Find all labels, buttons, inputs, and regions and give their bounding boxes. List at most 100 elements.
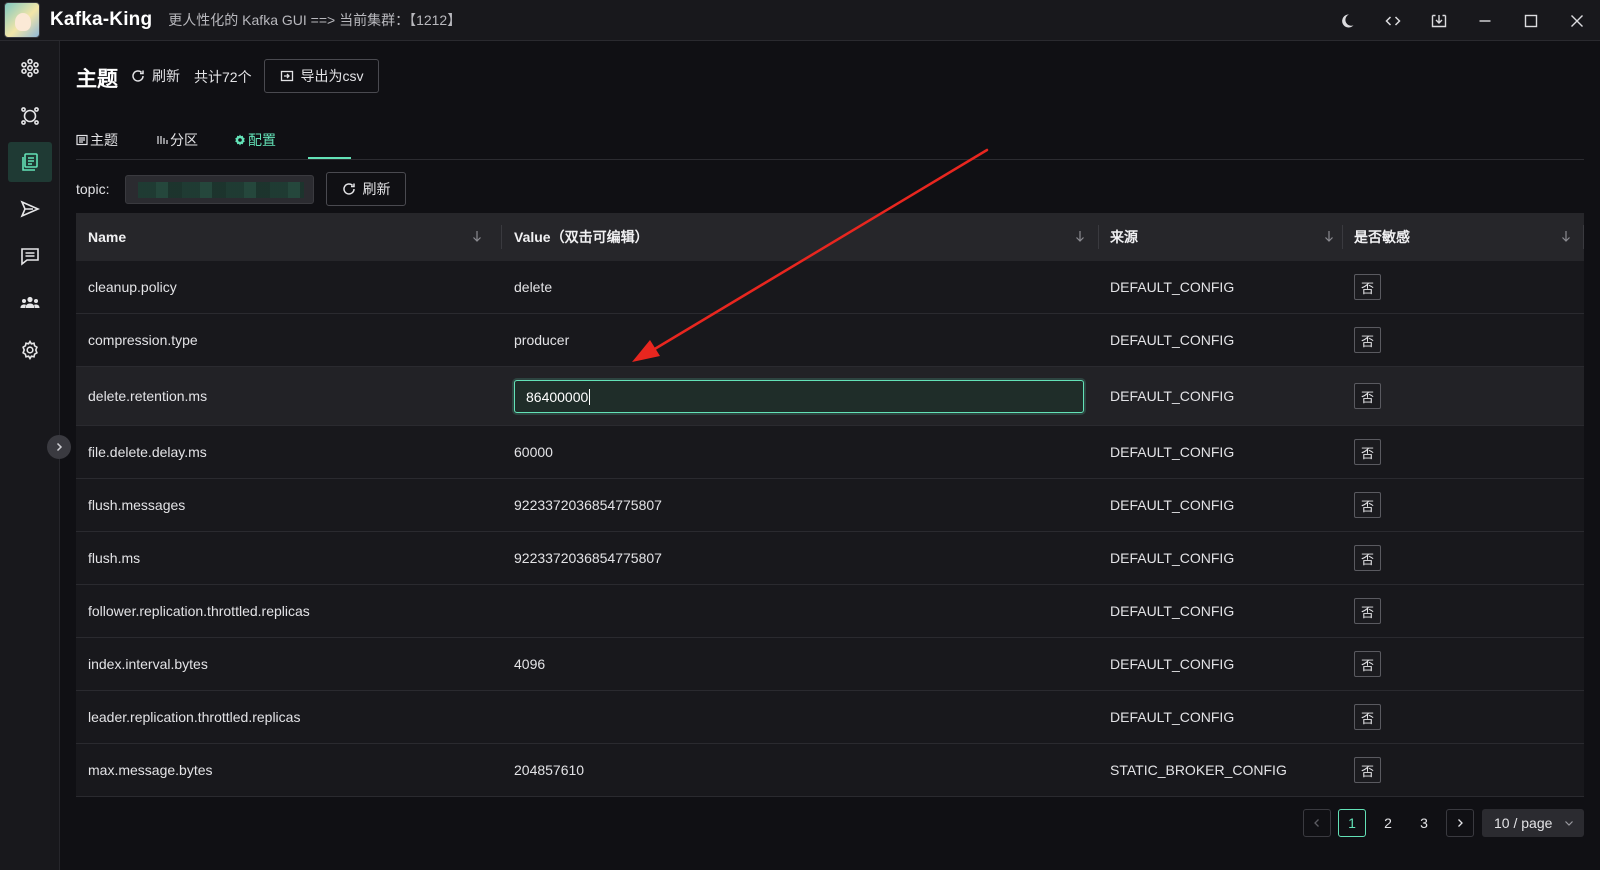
sort-arrow-icon[interactable] (470, 229, 484, 243)
sensitive-tag: 否 (1354, 651, 1381, 677)
column-header-sensitive-label: 是否敏感 (1354, 229, 1410, 245)
devtools-button[interactable] (1370, 0, 1416, 41)
export-csv-label: 导出为csv (300, 68, 364, 84)
sidebar-item-nodes[interactable] (8, 96, 52, 136)
config-value-edit-input[interactable]: 86400000 (514, 380, 1084, 413)
sidebar-item-topics[interactable] (8, 142, 52, 182)
maximize-button[interactable] (1508, 0, 1554, 41)
table-row[interactable]: compression.type producer DEFAULT_CONFIG… (76, 314, 1584, 367)
config-source-cell: DEFAULT_CONFIG (1110, 388, 1235, 404)
app-title: Kafka-King (50, 9, 153, 30)
pagination-prev-button[interactable] (1303, 809, 1331, 837)
close-button[interactable] (1554, 0, 1600, 41)
config-value-cell[interactable]: 9223372036854775807 (514, 532, 662, 584)
column-header-sensitive[interactable]: 是否敏感 (1354, 213, 1583, 261)
topic-select[interactable] (125, 175, 314, 204)
page-size-select[interactable]: 10 / page (1482, 809, 1584, 837)
table-header: Name Value（双击可编辑） 来源 是否敏感 (76, 213, 1584, 261)
config-source-cell: DEFAULT_CONFIG (1110, 656, 1235, 672)
tab-partitions-label: 分区 (170, 132, 198, 148)
sensitive-tag: 否 (1354, 327, 1381, 353)
config-source-cell: DEFAULT_CONFIG (1110, 550, 1235, 566)
column-header-value-label: Value（双击可编辑） (514, 229, 649, 245)
sort-arrow-icon[interactable] (1073, 229, 1087, 243)
config-source-cell: DEFAULT_CONFIG (1110, 332, 1235, 348)
table-row[interactable]: flush.ms 9223372036854775807 DEFAULT_CON… (76, 532, 1584, 585)
column-divider (1583, 225, 1584, 249)
header-refresh-button[interactable]: 刷新 (131, 66, 180, 86)
close-icon (1571, 14, 1583, 27)
redacted-topic-value (138, 182, 304, 198)
config-source-cell: DEFAULT_CONFIG (1110, 709, 1235, 725)
config-source-cell: DEFAULT_CONFIG (1110, 497, 1235, 513)
sensitive-tag: 否 (1354, 274, 1381, 300)
config-name-cell: max.message.bytes (88, 762, 213, 778)
table-row[interactable]: flush.messages 9223372036854775807 DEFAU… (76, 479, 1584, 532)
minimize-button[interactable] (1462, 0, 1508, 41)
sort-arrow-icon[interactable] (1322, 229, 1336, 243)
table-row[interactable]: cleanup.policy delete DEFAULT_CONFIG 否 (76, 261, 1584, 314)
topic-refresh-button[interactable]: 刷新 (326, 172, 406, 206)
table-row[interactable]: max.message.bytes 204857610 STATIC_BROKE… (76, 744, 1584, 797)
sensitive-tag: 否 (1354, 492, 1381, 518)
table-row[interactable]: delete.retention.ms 86400000 DEFAULT_CON… (76, 367, 1584, 426)
column-header-source[interactable]: 来源 (1110, 213, 1346, 261)
config-value-cell[interactable]: 9223372036854775807 (514, 479, 662, 531)
sidebar-item-groups[interactable] (8, 283, 52, 323)
tab-config[interactable]: 配置 (234, 130, 276, 150)
cluster-icon (21, 58, 39, 78)
send-icon (20, 200, 40, 218)
table-row[interactable]: index.interval.bytes 4096 DEFAULT_CONFIG… (76, 638, 1584, 691)
config-value-cell[interactable]: delete (514, 261, 552, 313)
refresh-icon (342, 183, 355, 195)
code-icon (1385, 15, 1401, 26)
config-name-cell: leader.replication.throttled.replicas (88, 709, 301, 725)
tab-topics-label: 主题 (90, 132, 118, 148)
pagination-page-3[interactable]: 3 (1410, 809, 1438, 837)
topic-list-icon (22, 153, 38, 171)
sidebar-item-settings[interactable] (8, 330, 52, 370)
export-icon (280, 70, 293, 82)
config-gear-icon (235, 134, 245, 146)
pagination-page-1[interactable]: 1 (1338, 809, 1366, 837)
sensitive-tag: 否 (1354, 383, 1381, 409)
column-header-value[interactable]: Value（双击可编辑） (514, 213, 1097, 261)
table-row[interactable]: leader.replication.throttled.replicas DE… (76, 691, 1584, 744)
config-value-cell[interactable]: producer (514, 314, 569, 366)
column-divider (1342, 225, 1343, 249)
table-row[interactable]: file.delete.delay.ms 60000 DEFAULT_CONFI… (76, 426, 1584, 479)
tab-topics[interactable]: 主题 (76, 130, 118, 150)
header-refresh-label: 刷新 (152, 68, 180, 84)
sidebar-collapse-button[interactable] (47, 435, 71, 459)
total-count: 共计72个 (194, 69, 252, 85)
config-name-cell: flush.messages (88, 497, 186, 513)
sensitive-tag: 否 (1354, 704, 1381, 730)
config-value-cell[interactable]: 60000 (514, 426, 553, 478)
topic-label: topic: (76, 181, 110, 197)
config-value-cell[interactable]: 4096 (514, 638, 545, 690)
sidebar-item-cluster[interactable] (8, 48, 52, 88)
message-icon (21, 248, 39, 266)
export-csv-button[interactable]: 导出为csv (264, 59, 379, 93)
theme-toggle-button[interactable] (1324, 0, 1370, 41)
config-name-cell: file.delete.delay.ms (88, 444, 207, 460)
sidebar-item-producer[interactable] (8, 189, 52, 229)
config-name-cell: compression.type (88, 332, 198, 348)
config-source-cell: DEFAULT_CONFIG (1110, 603, 1235, 619)
tab-config-label: 配置 (248, 132, 276, 148)
column-divider (501, 225, 502, 249)
window-controls (1324, 0, 1600, 41)
download-button[interactable] (1416, 0, 1462, 41)
sort-arrow-icon[interactable] (1559, 229, 1573, 243)
sidebar-item-consumer[interactable] (8, 236, 52, 276)
table-row[interactable]: follower.replication.throttled.replicas … (76, 585, 1584, 638)
config-name-cell: follower.replication.throttled.replicas (88, 603, 310, 619)
pagination-page-2[interactable]: 2 (1374, 809, 1402, 837)
config-name-cell: flush.ms (88, 550, 141, 566)
pagination-next-button[interactable] (1446, 809, 1474, 837)
tab-partitions[interactable]: 分区 (156, 130, 198, 150)
column-header-name[interactable]: Name (88, 213, 494, 261)
maximize-icon (1524, 14, 1538, 27)
column-divider (1098, 225, 1099, 249)
config-value-cell[interactable]: 204857610 (514, 744, 584, 796)
